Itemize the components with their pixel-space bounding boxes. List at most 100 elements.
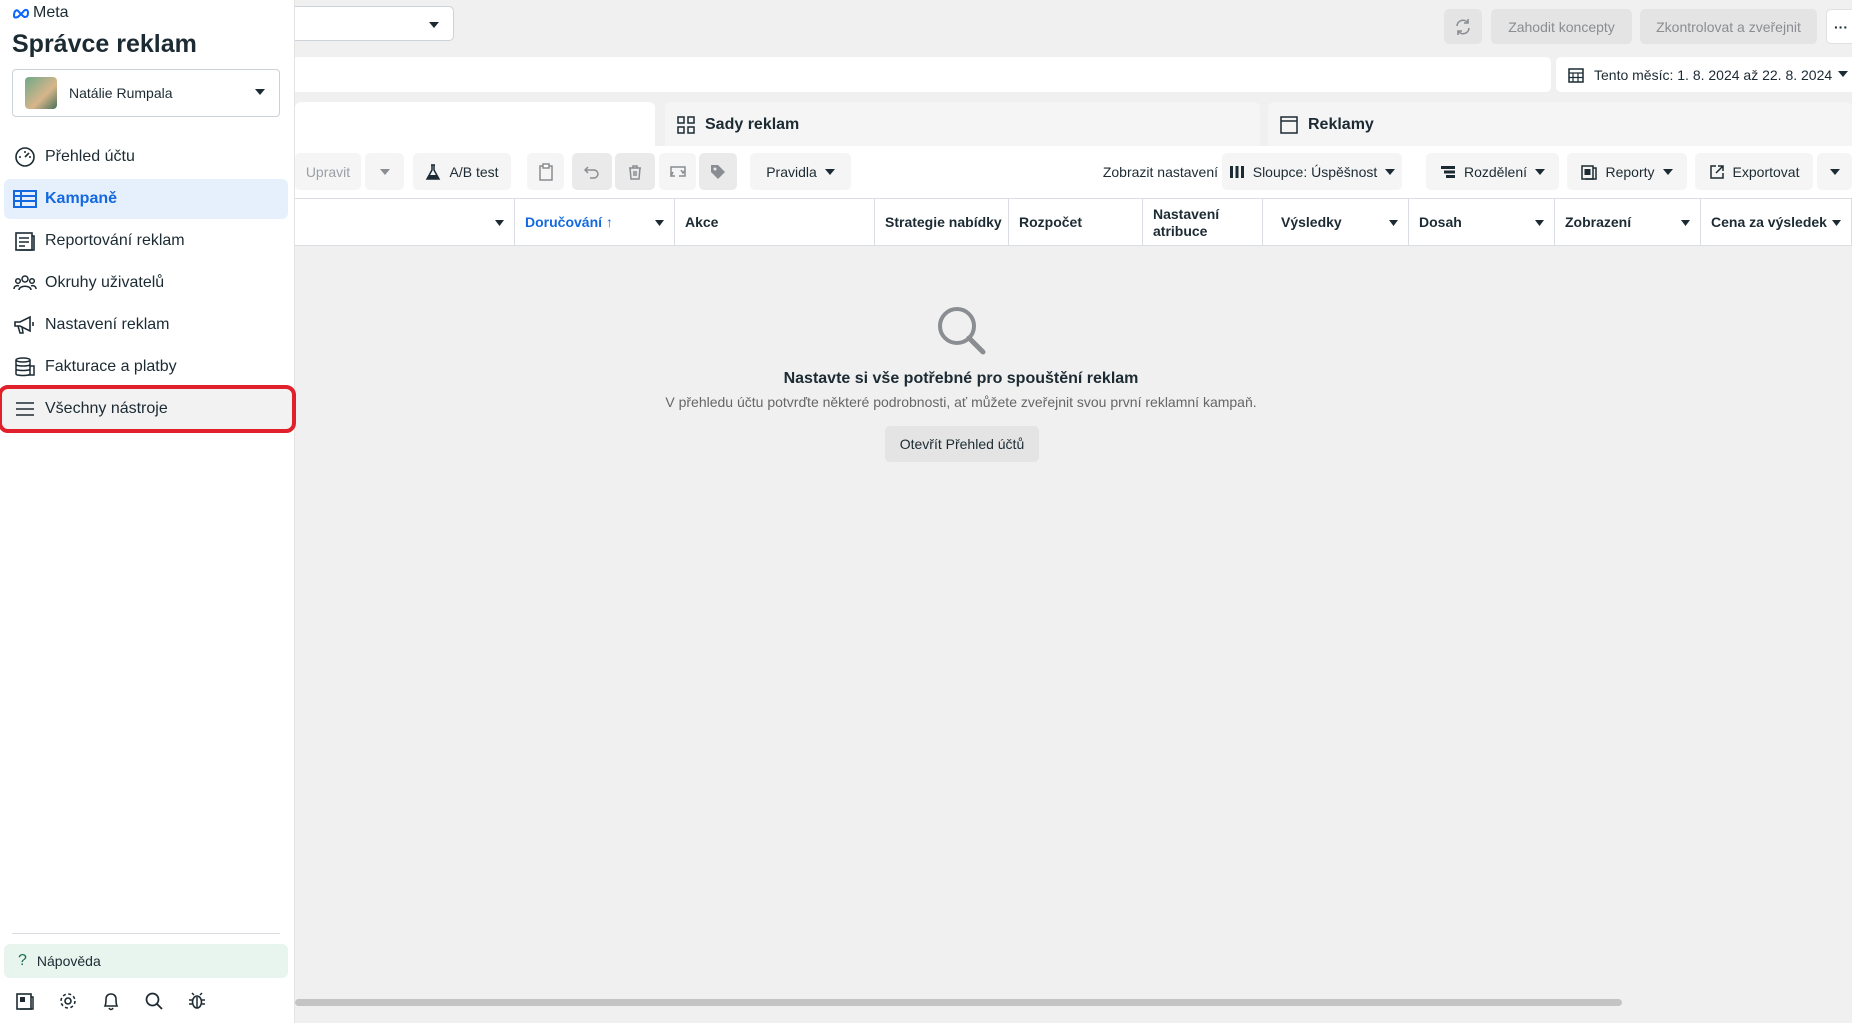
gauge-icon xyxy=(12,144,38,170)
ab-test-label: A/B test xyxy=(449,163,499,180)
app-title: Správce reklam xyxy=(12,30,197,58)
clipboard-icon xyxy=(538,162,553,181)
reports-label: Reporty xyxy=(1605,163,1655,180)
caret-down-icon xyxy=(1838,71,1848,77)
breakdown-icon xyxy=(1440,165,1455,178)
caret-down-icon xyxy=(1662,168,1673,175)
caret-down-icon xyxy=(1389,220,1398,226)
column-header-label: Dosah xyxy=(1419,214,1462,230)
preview-button[interactable] xyxy=(659,153,696,190)
account-name: Natálie Rumpala xyxy=(69,85,173,101)
menu-icon xyxy=(12,396,38,422)
date-range-label: Tento měsíc: 1. 8. 2024 až 22. 8. 2024 xyxy=(1594,66,1833,83)
reports-icon xyxy=(1581,164,1598,180)
columns-icon xyxy=(1229,165,1244,178)
sidebar-item-label: Reportování reklam xyxy=(45,232,185,249)
column-header-label: Zobrazení xyxy=(1565,214,1632,230)
bell-icon[interactable] xyxy=(100,990,122,1012)
sidebar-divider xyxy=(12,933,280,934)
columns-dropdown[interactable]: Sloupce: Úspěšnost xyxy=(1222,153,1402,190)
search-filter-bar[interactable] xyxy=(295,57,1551,92)
column-header-delivery[interactable]: Doručování ↑ xyxy=(515,199,675,246)
tab-label: Sady reklam xyxy=(705,115,800,133)
gear-icon[interactable] xyxy=(57,990,79,1012)
caret-down-icon xyxy=(1535,168,1546,175)
sidebar-item-ad-settings[interactable]: Nastavení reklam xyxy=(4,305,288,345)
column-header-label: Rozpočet xyxy=(1019,214,1082,230)
sidebar-item-account-overview[interactable]: Přehled účtu xyxy=(4,137,288,177)
column-header-actions[interactable]: Akce xyxy=(675,199,875,246)
column-header-label: Strategie nabídky xyxy=(885,214,1002,230)
column-header-label: Nastavení atribuce xyxy=(1153,205,1220,239)
bug-icon[interactable] xyxy=(186,990,208,1012)
ab-test-button[interactable]: A/B test xyxy=(413,153,511,190)
column-header-attribution[interactable]: Nastavení atribuce xyxy=(1143,199,1263,246)
column-header-impressions[interactable]: Zobrazení xyxy=(1555,199,1701,246)
discard-drafts-button[interactable]: Zahodit koncepty xyxy=(1491,9,1632,44)
sidebar-item-billing[interactable]: Fakturace a platby xyxy=(4,347,288,387)
ad-sets-icon xyxy=(677,115,695,134)
meta-logo[interactable]: Meta xyxy=(12,4,69,22)
campaign-filter-select[interactable] xyxy=(290,6,454,41)
undo-icon xyxy=(584,165,599,179)
column-header-cost-per-result[interactable]: Cena za výsledek xyxy=(1701,199,1852,246)
help-label: Nápověda xyxy=(36,953,101,969)
horizontal-scrollbar[interactable] xyxy=(295,996,1852,1008)
edit-dropdown-button[interactable] xyxy=(365,153,404,190)
tab-ad-sets[interactable]: Sady reklam xyxy=(665,102,1260,147)
caret-down-icon xyxy=(1832,220,1841,226)
help-button[interactable]: ? Nápověda xyxy=(4,944,288,978)
sidebar-item-label: Kampaně xyxy=(45,190,118,207)
account-selector[interactable]: Natálie Rumpala xyxy=(12,69,280,117)
table-grid-icon xyxy=(12,186,38,212)
meta-infinity-icon xyxy=(12,8,30,19)
column-header-results[interactable]: Výsledky xyxy=(1263,199,1409,246)
column-header-label: Cena za výsledek xyxy=(1711,214,1827,230)
calendar-icon xyxy=(1568,67,1584,83)
rules-dropdown[interactable]: Pravidla xyxy=(750,153,851,190)
toolbar: Upravit A/B test Pravidla Zobrazit nasta… xyxy=(295,146,1852,198)
column-header-bid-strategy[interactable]: Strategie nabídky xyxy=(875,199,1009,246)
export-button[interactable]: Exportovat xyxy=(1695,153,1813,190)
search-icon[interactable] xyxy=(143,990,165,1012)
sidebar-item-campaigns[interactable]: Kampaně xyxy=(4,179,288,219)
pages-icon[interactable] xyxy=(14,990,36,1012)
more-options-button[interactable]: ··· xyxy=(1826,9,1852,44)
caret-down-icon xyxy=(1829,168,1840,175)
sidebar-item-audiences[interactable]: Okruhy uživatelů xyxy=(4,263,288,303)
sidebar-item-all-tools[interactable]: Všechny nástroje xyxy=(0,385,296,433)
caret-down-icon xyxy=(655,220,664,226)
column-header-reach[interactable]: Dosah xyxy=(1409,199,1555,246)
column-header-label: Akce xyxy=(685,214,719,230)
export-dropdown-button[interactable] xyxy=(1817,153,1852,190)
flask-icon xyxy=(426,163,441,180)
column-header-name[interactable] xyxy=(295,199,515,246)
sidebar-bottom-icons xyxy=(14,990,208,1012)
report-icon xyxy=(12,228,38,254)
review-publish-button[interactable]: Zkontrolovat a zveřejnit xyxy=(1640,9,1817,44)
delete-button[interactable] xyxy=(615,153,655,190)
show-settings-label: Zobrazit nastavení xyxy=(1102,163,1218,180)
reports-dropdown[interactable]: Reporty xyxy=(1567,153,1687,190)
refresh-button[interactable] xyxy=(1444,9,1482,44)
sidebar-item-ad-reporting[interactable]: Reportování reklam xyxy=(4,221,288,261)
open-account-overview-button[interactable]: Otevřít Přehled účtů xyxy=(885,426,1039,462)
breakdown-dropdown[interactable]: Rozdělení xyxy=(1426,153,1559,190)
column-header-budget[interactable]: Rozpočet xyxy=(1009,199,1143,246)
date-range-picker[interactable]: Tento měsíc: 1. 8. 2024 až 22. 8. 2024 xyxy=(1556,57,1852,92)
scrollbar-thumb[interactable] xyxy=(295,999,1622,1006)
tag-button[interactable] xyxy=(699,153,737,190)
tab-campaigns[interactable] xyxy=(295,102,655,147)
caret-down-icon xyxy=(824,168,835,175)
edit-button[interactable]: Upravit xyxy=(295,153,361,190)
undo-button[interactable] xyxy=(572,153,612,190)
column-header-label: Výsledky xyxy=(1281,214,1342,230)
caret-down-icon xyxy=(255,89,265,95)
tab-ads[interactable]: Reklamy xyxy=(1268,102,1852,147)
coins-icon xyxy=(12,354,38,380)
ad-icon xyxy=(1280,115,1298,134)
caret-down-icon xyxy=(1535,220,1544,226)
meta-logo-text: Meta xyxy=(33,4,69,21)
sidebar-item-label: Fakturace a platby xyxy=(45,358,177,375)
duplicate-button[interactable] xyxy=(527,153,564,190)
